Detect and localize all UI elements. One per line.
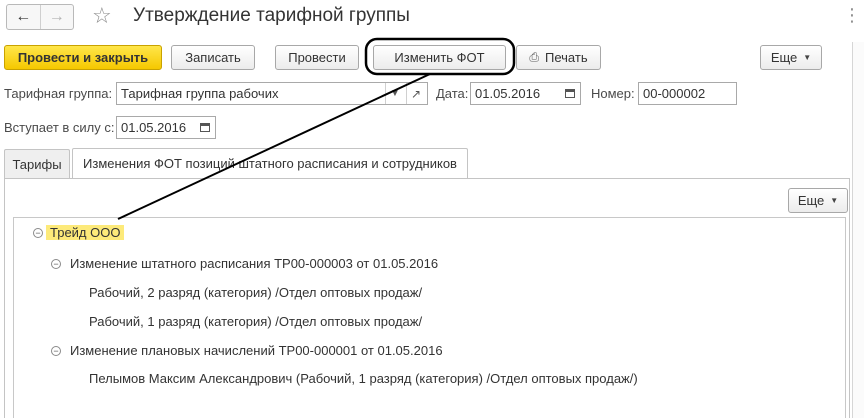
date-value: 01.05.2016 xyxy=(475,86,541,101)
tariff-group-value: Тарифная группа рабочих xyxy=(121,86,279,101)
dropdown-icon[interactable]: ▼ xyxy=(385,83,404,104)
arrow-left-icon[interactable]: ← xyxy=(7,5,40,29)
chevron-down-icon: ▼ xyxy=(803,53,812,62)
number-value: 00-000002 xyxy=(643,86,706,101)
effective-date-value: 01.05.2016 xyxy=(121,120,187,135)
print-button[interactable]: ⎙ Печать xyxy=(516,45,601,70)
date-field[interactable]: 01.05.2016 xyxy=(470,82,581,105)
collapse-icon[interactable]: − xyxy=(33,228,43,238)
window-menu-icon[interactable]: ⋮ xyxy=(843,4,861,26)
tree-row-staffing-change[interactable]: Изменение штатного расписания ТР00-00000… xyxy=(70,254,438,274)
tree-node-label: Трейд ООО xyxy=(46,225,125,240)
more-button[interactable]: Еще ▼ xyxy=(760,45,822,70)
calendar-icon[interactable] xyxy=(195,117,214,138)
collapse-icon[interactable]: − xyxy=(51,259,61,269)
window-title: Утверждение тарифной группы xyxy=(133,5,410,26)
calendar-icon[interactable] xyxy=(560,83,579,104)
date-label: Дата: xyxy=(436,86,469,101)
tree-row-position[interactable]: Рабочий, 2 разряд (категория) /Отдел опт… xyxy=(89,283,422,303)
change-payroll-button[interactable]: Изменить ФОТ xyxy=(373,45,506,70)
arrow-right-icon[interactable]: → xyxy=(39,5,74,29)
tariff-group-field[interactable]: Тарифная группа рабочих ▼ ↗ xyxy=(116,82,428,105)
save-button[interactable]: Записать xyxy=(171,45,255,70)
more-button-label: Еще xyxy=(770,50,798,65)
effective-date-label: Вступает в силу с: xyxy=(4,120,115,135)
number-label: Номер: xyxy=(591,86,635,101)
post-button[interactable]: Провести xyxy=(275,45,359,70)
post-and-close-button[interactable]: Провести и закрыть xyxy=(4,45,162,70)
printer-icon: ⎙ xyxy=(529,50,539,64)
tree-row-organization[interactable]: Трейд ООО xyxy=(46,223,125,243)
collapse-icon[interactable]: − xyxy=(51,346,61,356)
chevron-down-icon: ▼ xyxy=(830,196,839,205)
effective-date-field[interactable]: 01.05.2016 xyxy=(116,116,216,139)
tariff-group-label: Тарифная группа: xyxy=(4,86,113,101)
tree-row-employee[interactable]: Пелымов Максим Александрович (Рабочий, 1… xyxy=(89,369,638,389)
star-icon[interactable]: ☆ xyxy=(92,2,112,30)
payroll-changes-tree: − Трейд ООО − Изменение штатного расписа… xyxy=(13,217,846,418)
open-icon[interactable]: ↗ xyxy=(406,83,425,104)
tab-payroll-changes[interactable]: Изменения ФОТ позиций штатного расписани… xyxy=(72,148,468,178)
panel-more-button[interactable]: Еще ▼ xyxy=(788,188,848,213)
tree-row-position[interactable]: Рабочий, 1 разряд (категория) /Отдел опт… xyxy=(89,312,422,332)
print-button-label: Печать xyxy=(545,50,588,65)
number-field[interactable]: 00-000002 xyxy=(638,82,737,105)
panel-more-label: Еще xyxy=(797,193,825,208)
tree-row-accruals-change[interactable]: Изменение плановых начислений ТР00-00000… xyxy=(70,341,443,361)
navigation-buttons: ← → xyxy=(6,4,74,30)
vertical-scrollbar[interactable] xyxy=(852,42,864,418)
tab-tariffs[interactable]: Тарифы xyxy=(4,149,70,178)
